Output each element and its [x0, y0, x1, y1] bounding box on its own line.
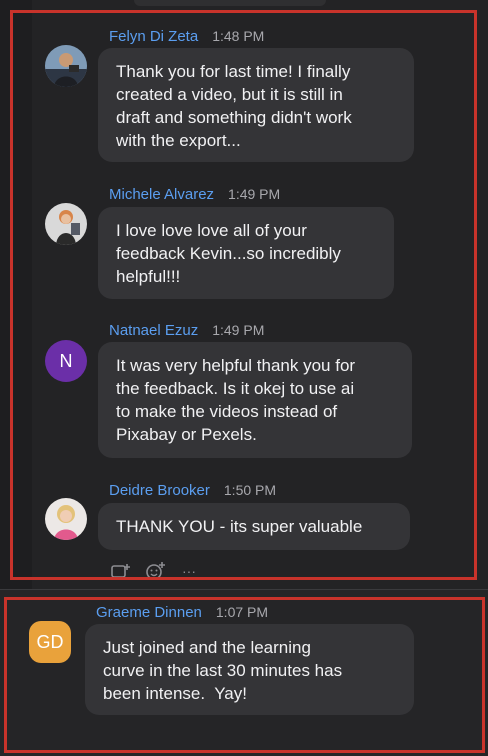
avatar-initials: GD — [36, 631, 64, 652]
message-line: Pixabay or Pexels. — [116, 425, 257, 444]
message-header: Michele Alvarez 1:49 PM — [109, 186, 280, 203]
message-line: feedback Kevin...so incredibly — [116, 244, 341, 263]
user-photo-icon — [45, 45, 87, 87]
message-line: been intense. Yay! — [103, 684, 247, 703]
message-header: Deidre Brooker 1:50 PM — [109, 482, 276, 499]
user-photo-icon — [45, 203, 87, 245]
message-header: Natnael Ezuz 1:49 PM — [109, 322, 264, 339]
reply-icon — [111, 564, 130, 578]
add-reaction-icon[interactable] — [110, 562, 132, 580]
avatar[interactable] — [45, 45, 87, 87]
emoji-face-icon — [146, 562, 165, 580]
avatar[interactable]: GD — [29, 621, 71, 663]
message-line: helpful!!! — [116, 267, 181, 286]
message-bubble[interactable]: Just joined and the learning curve in th… — [85, 624, 414, 715]
sender-name[interactable]: Natnael Ezuz — [109, 322, 198, 339]
message-line: draft and something didn't work — [116, 108, 352, 127]
avatar[interactable] — [45, 498, 87, 540]
message-line: It was very helpful thank you for — [116, 356, 356, 375]
message-time: 1:48 PM — [212, 28, 265, 44]
message-header: Felyn Di Zeta 1:48 PM — [109, 28, 264, 45]
message-line: THANK YOU - its super valuable — [116, 517, 363, 536]
message-bubble[interactable]: Thank you for last time! I finally creat… — [98, 48, 414, 162]
avatar[interactable]: N — [45, 340, 87, 382]
previous-message-bubble-edge — [134, 0, 326, 6]
message-actions: ··· — [110, 562, 200, 580]
sender-name[interactable]: Felyn Di Zeta — [109, 28, 198, 45]
message-header: Graeme Dinnen 1:07 PM — [96, 604, 268, 621]
message-time: 1:49 PM — [228, 186, 281, 202]
message-time: 1:07 PM — [215, 604, 269, 620]
user-photo-icon — [45, 498, 87, 540]
sender-name[interactable]: Deidre Brooker — [109, 482, 210, 499]
sender-name[interactable]: Michele Alvarez — [109, 186, 214, 203]
message-time: 1:49 PM — [212, 322, 265, 338]
message-line: Thank you for last time! I finally — [116, 62, 351, 81]
sender-name[interactable]: Graeme Dinnen — [96, 604, 202, 621]
message-line: the feedback. Is it okej to use ai — [116, 379, 355, 398]
emoji-icon[interactable] — [144, 562, 166, 580]
avatar-initial: N — [59, 350, 73, 371]
message-line: to make the videos instead of — [116, 402, 338, 421]
left-gutter — [0, 0, 32, 596]
message-bubble[interactable]: It was very helpful thank you for the fe… — [98, 342, 412, 458]
lower-chat-pane: GD Graeme Dinnen 1:07 PM Just joined and … — [0, 590, 488, 756]
message-line: Just joined and the learning — [103, 638, 311, 657]
message-bubble[interactable]: I love love love all of your feedback Ke… — [98, 207, 394, 299]
more-options-icon[interactable]: ··· — [178, 562, 200, 580]
message-line: curve in the last 30 minutes has — [103, 661, 343, 680]
chat-pane: Felyn Di Zeta 1:48 PM Thank you for last … — [0, 0, 488, 756]
message-bubble[interactable]: THANK YOU - its super valuable — [98, 503, 410, 550]
message-line: I love love love all of your — [116, 221, 307, 240]
message-line: with the export... — [116, 131, 241, 150]
message-time: 1:50 PM — [223, 482, 277, 498]
message-line: created a video, but it is still in — [116, 85, 343, 104]
avatar[interactable] — [45, 203, 87, 245]
